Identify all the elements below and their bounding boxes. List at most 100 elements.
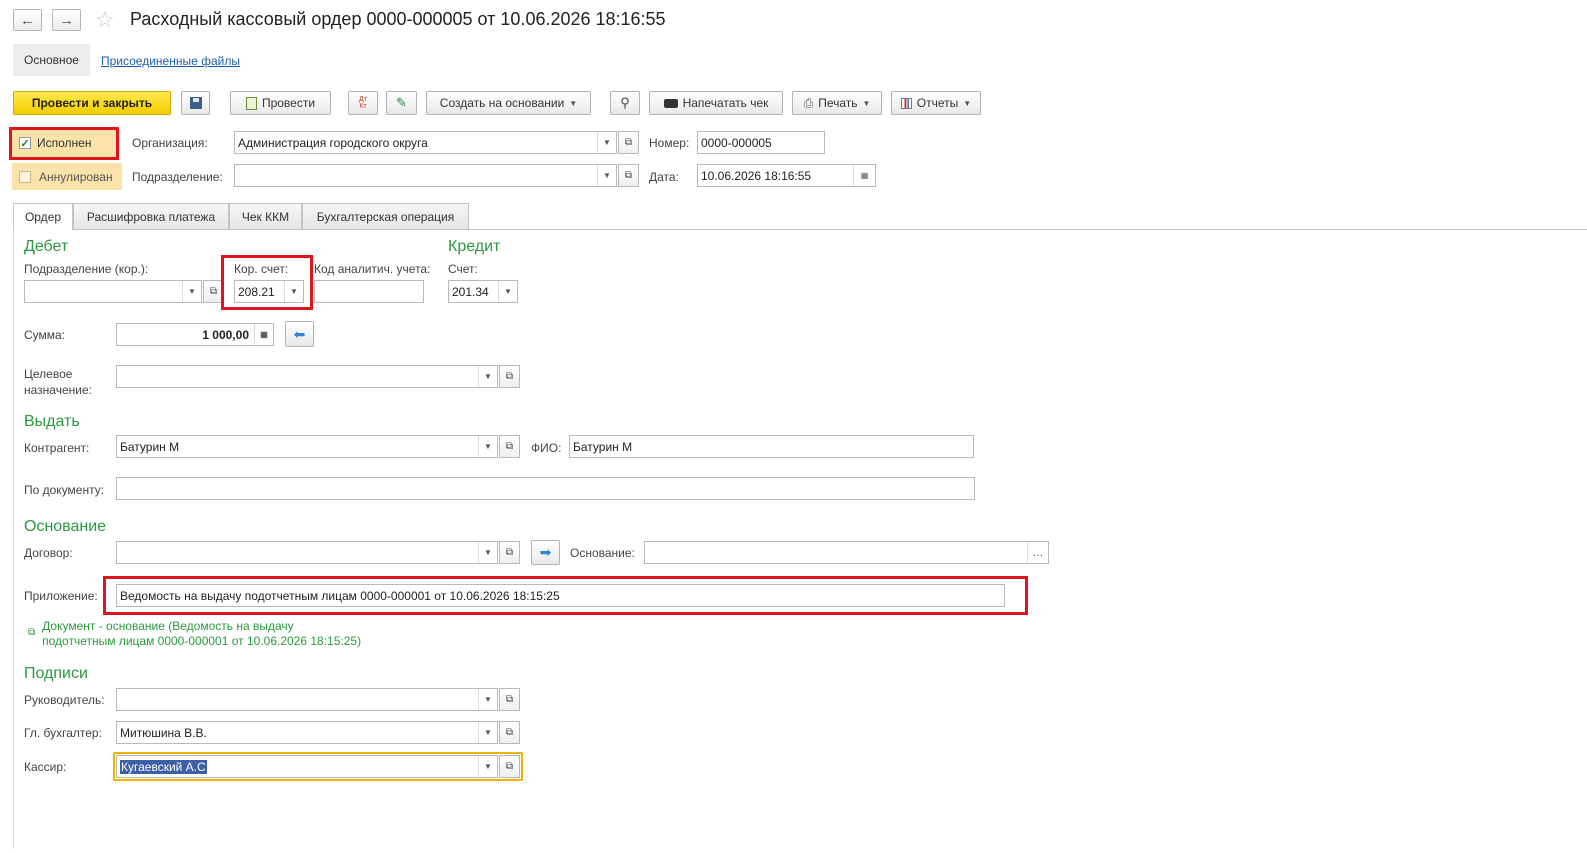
credit-section-title: Кредит: [448, 238, 501, 255]
arrow-right-icon: ➡: [539, 544, 552, 560]
head-open-button[interactable]: ⧉: [499, 688, 520, 711]
basis-field[interactable]: …: [644, 541, 1049, 564]
contract-field[interactable]: ▼: [116, 541, 498, 564]
basis-document-link-text: Документ - основание (Ведомость на выдач…: [42, 619, 361, 649]
reports-button[interactable]: Отчеты ▼: [891, 91, 981, 115]
open-icon: ⧉: [505, 371, 514, 382]
chevron-down-icon[interactable]: ▼: [597, 165, 616, 186]
chief-accountant-open-button[interactable]: ⧉: [499, 721, 520, 744]
open-icon: ⧉: [505, 694, 514, 705]
fio-field[interactable]: Батурин М: [569, 435, 974, 458]
corr-account-field[interactable]: 208.21 ▼: [234, 280, 304, 303]
signatures-section-title: Подписи: [24, 665, 88, 682]
analytic-code-field[interactable]: [314, 280, 424, 303]
chevron-down-icon[interactable]: ▼: [182, 281, 201, 302]
by-document-label: По документу:: [24, 483, 105, 497]
chevron-down-icon[interactable]: ▼: [478, 689, 497, 710]
issue-section-title: Выдать: [24, 413, 80, 430]
purpose-open-button[interactable]: ⧉: [499, 365, 520, 388]
date-label: Дата:: [649, 170, 679, 184]
save-button[interactable]: [181, 91, 210, 115]
post-and-close-button[interactable]: Провести и закрыть: [13, 91, 171, 115]
org-field[interactable]: Администрация городского округа ▼: [234, 131, 617, 154]
debit-dept-open-button[interactable]: ⧉: [203, 280, 224, 303]
number-label: Номер:: [649, 136, 690, 150]
credit-account-label: Счет:: [448, 262, 478, 276]
org-label: Организация:: [132, 136, 208, 150]
sum-distribute-button[interactable]: ⬅: [285, 321, 314, 347]
cashier-field[interactable]: Кугаевский А.С ▼: [116, 755, 498, 778]
purpose-field[interactable]: ▼: [116, 365, 498, 388]
debit-dept-field[interactable]: ▼: [24, 280, 202, 303]
chevron-down-icon[interactable]: ▼: [478, 542, 497, 563]
print-receipt-label: Напечатать чек: [682, 96, 769, 110]
basis-document-link[interactable]: ⧉ Документ - основание (Ведомость на выд…: [28, 619, 361, 649]
counterparty-field[interactable]: Батурин М ▼: [116, 435, 498, 458]
by-document-field[interactable]: [116, 477, 975, 500]
open-icon: ⧉: [505, 547, 514, 558]
date-field[interactable]: 10.06.2026 18:16:55 ▦: [697, 164, 876, 187]
empty-checkbox-icon: [19, 171, 31, 183]
dept-field[interactable]: ▼: [234, 164, 617, 187]
ellipsis-icon[interactable]: …: [1027, 542, 1048, 563]
sum-value: 1 000,00: [202, 327, 249, 342]
nav-attached-files[interactable]: Присоединенные файлы: [101, 54, 240, 68]
nav-main[interactable]: Основное: [13, 44, 90, 76]
find-button[interactable]: ⚲: [610, 91, 640, 115]
tab-payment-details[interactable]: Расшифровка платежа: [73, 203, 229, 229]
fio-value: Батурин М: [573, 439, 633, 454]
forward-button[interactable]: →: [52, 9, 81, 31]
attachment-label: Приложение:: [24, 589, 98, 603]
annulled-label: Аннулирован: [39, 170, 113, 184]
executed-checkbox[interactable]: ✓ Исполнен: [19, 136, 91, 150]
open-icon: ⧉: [505, 727, 514, 738]
chevron-down-icon[interactable]: ▼: [284, 281, 303, 302]
chevron-down-icon[interactable]: ▼: [478, 756, 497, 777]
chevron-down-icon[interactable]: ▼: [478, 436, 497, 457]
post-button-label: Провести: [261, 96, 316, 110]
favorite-star-icon[interactable]: ☆: [95, 7, 115, 33]
analytic-code-label: Код аналитич. учета:: [314, 262, 431, 276]
dt-kt-button[interactable]: Дт Кт: [348, 91, 378, 115]
tab-kkm-receipt[interactable]: Чек ККМ: [229, 203, 302, 229]
number-field[interactable]: 0000-000005: [697, 131, 825, 154]
back-button[interactable]: ←: [13, 9, 42, 31]
chevron-down-icon[interactable]: ▼: [478, 722, 497, 743]
dept-open-button[interactable]: ⧉: [618, 164, 639, 187]
basis-section-title: Основание: [24, 518, 107, 535]
head-field[interactable]: ▼: [116, 688, 498, 711]
tab-accounting-operation[interactable]: Бухгалтерская операция: [302, 203, 469, 229]
tab-order[interactable]: Ордер: [13, 203, 73, 230]
basis-link-line1: Документ - основание (Ведомость на выдач…: [42, 619, 294, 633]
page-title: Расходный кассовый ордер 0000-000005 от …: [130, 9, 666, 29]
create-based-button[interactable]: Создать на основании ▼: [426, 91, 591, 115]
attachment-field[interactable]: Ведомость на выдачу подотчетным лицам 00…: [116, 584, 1005, 607]
counterparty-open-button[interactable]: ⧉: [499, 435, 520, 458]
credit-account-field[interactable]: 201.34 ▼: [448, 280, 518, 303]
calculator-icon[interactable]: ▦: [254, 324, 273, 345]
calendar-icon[interactable]: ▦: [853, 165, 875, 186]
credit-account-value: 201.34: [452, 284, 489, 299]
dt-kt-icon: Дт Кт: [359, 96, 367, 110]
chevron-down-icon[interactable]: ▼: [597, 132, 616, 153]
cashier-open-button[interactable]: ⧉: [499, 755, 520, 778]
print-receipt-button[interactable]: Напечатать чек: [649, 91, 783, 115]
org-open-button[interactable]: ⧉: [618, 131, 639, 154]
chevron-down-icon[interactable]: ▼: [498, 281, 517, 302]
counterparty-label: Контрагент:: [24, 441, 90, 455]
chevron-down-icon[interactable]: ▼: [478, 366, 497, 387]
purpose-label: Целевое назначение:: [24, 366, 92, 398]
sum-field[interactable]: 1 000,00 ▦: [116, 323, 274, 346]
executed-label: Исполнен: [37, 136, 92, 150]
chevron-down-icon: ▼: [569, 98, 578, 108]
chief-accountant-field[interactable]: Митюшина В.В. ▼: [116, 721, 498, 744]
reports-label: Отчеты: [916, 96, 959, 110]
chevron-down-icon: ▼: [963, 98, 972, 108]
contract-open-button[interactable]: ⧉: [499, 541, 520, 564]
post-button[interactable]: Провести: [230, 91, 331, 115]
annulled-checkbox[interactable]: Аннулирован: [19, 170, 113, 184]
arrow-left-icon: ←: [20, 11, 35, 29]
print-button[interactable]: ⎙ Печать ▼: [792, 91, 882, 115]
contract-fill-button[interactable]: ➡: [531, 540, 560, 565]
edit-mark-button[interactable]: ✎: [386, 91, 417, 115]
